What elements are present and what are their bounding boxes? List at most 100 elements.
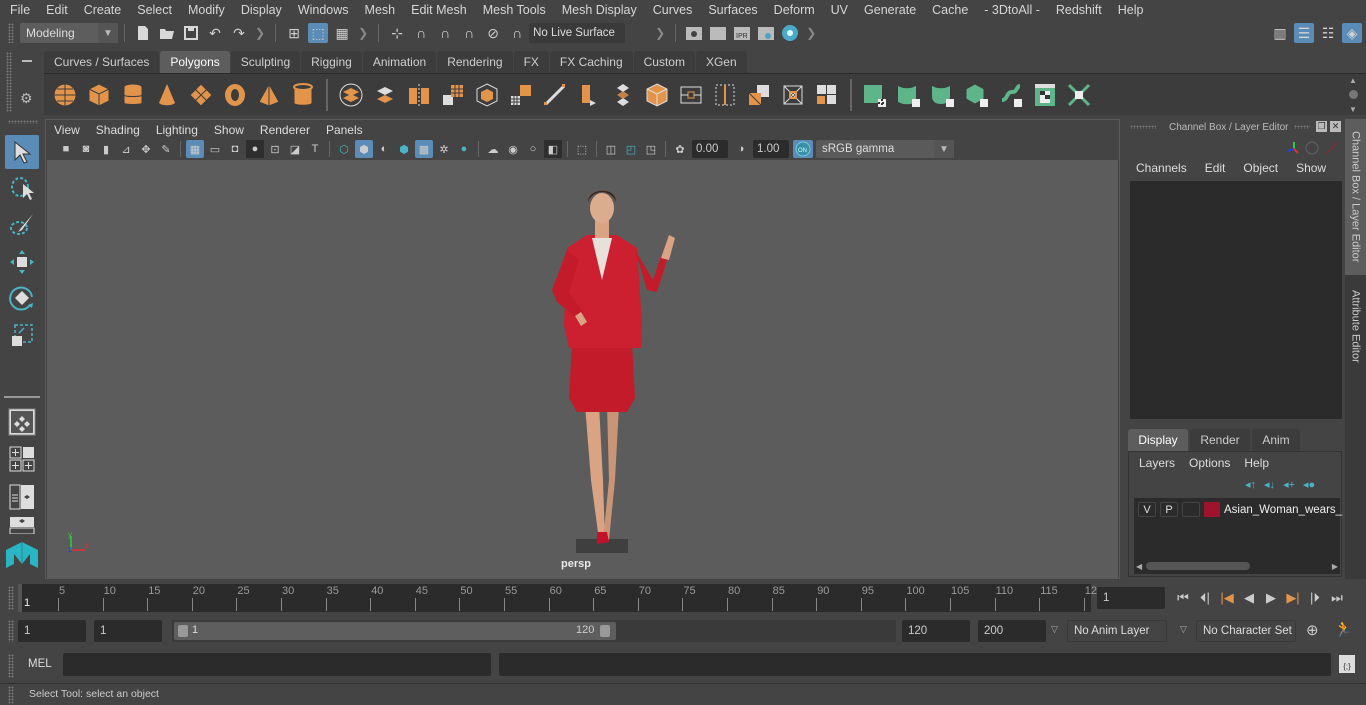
single-perspective-layout[interactable] — [5, 405, 39, 439]
tab-sculpting[interactable]: Sculpting — [230, 51, 301, 73]
save-scene-icon[interactable] — [181, 23, 201, 43]
redo-icon[interactable]: ↷ — [229, 23, 249, 43]
channel-box-toggle-icon[interactable]: ◈ — [1342, 23, 1362, 43]
animation-preferences-icon[interactable]: 🏃 — [1334, 620, 1353, 638]
tab-rigging[interactable]: Rigging — [301, 51, 362, 73]
render-settings-icon[interactable] — [756, 23, 776, 43]
panel-menu-view[interactable]: View — [54, 123, 80, 137]
current-frame-field[interactable]: 1 — [1097, 587, 1165, 609]
render-current-icon[interactable] — [708, 23, 728, 43]
poly-sphere-icon[interactable] — [50, 80, 80, 110]
tab-display[interactable]: Display — [1128, 429, 1188, 451]
layer-hscrollbar[interactable]: ◀ ▶ — [1134, 560, 1340, 572]
menu-curves[interactable]: Curves — [645, 3, 701, 17]
menu-mesh-tools[interactable]: Mesh Tools — [475, 3, 554, 17]
tab-polygons[interactable]: Polygons — [160, 51, 230, 73]
time-slider-track[interactable]: 1 5 10 15 20 25 30 35 40 45 50 55 60 65 70 75 80 85 90 95 1… — [18, 584, 1097, 612]
gamma-field[interactable]: 1.00 — [753, 140, 789, 158]
menu-file[interactable]: File — [0, 3, 38, 17]
insert-edge-loop-icon[interactable] — [710, 80, 740, 110]
poly-cube-icon[interactable] — [84, 80, 114, 110]
menu-show[interactable]: Show — [1296, 161, 1326, 175]
film-gate-icon[interactable]: ▭ — [206, 140, 224, 158]
rotate-tool[interactable] — [5, 282, 39, 316]
channel-list[interactable] — [1130, 181, 1342, 419]
multi-cut-icon[interactable] — [676, 80, 706, 110]
layer-color-swatch[interactable] — [1204, 502, 1220, 517]
gate-mask-icon[interactable]: ● — [246, 140, 264, 158]
poly-pyramid-icon[interactable] — [254, 80, 284, 110]
shelf-menu-icon[interactable] — [22, 60, 32, 62]
make-live-icon[interactable]: ∩ — [507, 23, 527, 43]
menu-mesh[interactable]: Mesh — [357, 3, 404, 17]
scroll-thumb[interactable] — [1146, 562, 1251, 570]
panel-menu-lighting[interactable]: Lighting — [156, 123, 198, 137]
two-d-pan-zoom-icon[interactable]: ✥ — [137, 140, 155, 158]
anim-layer-chevron-icon[interactable]: ▽ — [1051, 624, 1058, 635]
snap-view-plane-icon[interactable]: ∩ — [459, 23, 479, 43]
tab-render[interactable]: Render — [1190, 429, 1250, 451]
step-back-frame-icon[interactable]: ⏴| — [1194, 587, 1216, 609]
automatic-mapping-icon[interactable] — [962, 80, 992, 110]
anim-start-field[interactable]: 1 — [94, 620, 162, 642]
smooth-icon[interactable] — [438, 80, 468, 110]
scroll-thumb-icon[interactable] — [1348, 90, 1358, 99]
menu-display[interactable]: Display — [233, 3, 290, 17]
color-space-dropdown[interactable]: sRGB gamma ▼ — [816, 140, 954, 158]
menu-mesh-display[interactable]: Mesh Display — [554, 3, 645, 17]
go-to-start-icon[interactable]: ⏮ — [1172, 587, 1194, 609]
ipr-render-icon[interactable]: IPR — [732, 23, 752, 43]
drag-handle[interactable] — [8, 686, 14, 704]
panel-menu-panels[interactable]: Panels — [326, 123, 363, 137]
menu-cache[interactable]: Cache — [924, 3, 976, 17]
planar-mapping-icon[interactable] — [860, 80, 890, 110]
poly-pipe-icon[interactable] — [288, 80, 318, 110]
screen-space-ao-icon[interactable]: ☁ — [484, 140, 502, 158]
graph-persp-layout[interactable] — [5, 516, 39, 534]
snap-surface-icon[interactable]: ⊘ — [483, 23, 503, 43]
menu-surfaces[interactable]: Surfaces — [700, 3, 765, 17]
display-type-toggle[interactable] — [1182, 502, 1200, 517]
close-icon[interactable]: ✕ — [1330, 121, 1341, 132]
side-tab-attribute-editor[interactable]: Attribute Editor — [1345, 279, 1366, 373]
four-view-layout[interactable] — [5, 442, 39, 476]
menu-help[interactable]: Help — [1244, 456, 1269, 470]
drag-handle[interactable] — [6, 52, 12, 112]
snap-curve-icon[interactable]: ∩ — [411, 23, 431, 43]
wireframe-on-shaded-icon[interactable]: ⬢ — [395, 140, 413, 158]
camera-select-icon[interactable]: ■ — [57, 140, 75, 158]
tool-settings-icon[interactable]: ☷ — [1318, 23, 1338, 43]
tab-fx[interactable]: FX — [513, 51, 549, 73]
shelf-scroll[interactable]: ▲ ▼ — [1346, 76, 1360, 114]
scroll-right-icon[interactable]: ▶ — [1332, 562, 1338, 571]
cut-uv-icon[interactable] — [1064, 80, 1094, 110]
go-to-end-icon[interactable]: ⏭ — [1326, 587, 1348, 609]
side-tab-channel-box[interactable]: Channel Box / Layer Editor — [1345, 119, 1366, 275]
menu-3dtoall[interactable]: - 3DtoAll - — [976, 3, 1048, 17]
extrude-icon[interactable] — [574, 80, 604, 110]
anti-aliasing-icon[interactable]: ○ — [524, 140, 542, 158]
tab-animation[interactable]: Animation — [362, 51, 437, 73]
range-end-grip[interactable] — [600, 625, 610, 637]
isolate-select-icon[interactable]: ⬚ — [573, 140, 591, 158]
live-surface-field[interactable]: No Live Surface — [529, 23, 626, 43]
open-scene-icon[interactable] — [157, 23, 177, 43]
tab-rendering[interactable]: Rendering — [437, 51, 513, 73]
unfold-icon[interactable] — [996, 80, 1026, 110]
drag-handle[interactable] — [8, 23, 14, 43]
mirror-icon[interactable] — [404, 80, 434, 110]
xray-icon[interactable]: ◫ — [602, 140, 620, 158]
bookmark-icon[interactable]: ▮ — [97, 140, 115, 158]
tab-fx-caching[interactable]: FX Caching — [549, 51, 633, 73]
menu-generate[interactable]: Generate — [856, 3, 924, 17]
menu-uv[interactable]: UV — [823, 3, 856, 17]
script-language-toggle[interactable]: MEL — [28, 658, 52, 670]
motion-blur-icon[interactable]: ◉ — [504, 140, 522, 158]
play-backwards-icon[interactable]: ◀ — [1238, 587, 1260, 609]
snap-grid-icon[interactable]: ⊹ — [387, 23, 407, 43]
poly-plane-icon[interactable] — [186, 80, 216, 110]
safe-action-icon[interactable]: ◪ — [286, 140, 304, 158]
new-scene-icon[interactable] — [133, 23, 153, 43]
menu-redshift[interactable]: Redshift — [1048, 3, 1110, 17]
append-polygon-icon[interactable] — [642, 80, 672, 110]
